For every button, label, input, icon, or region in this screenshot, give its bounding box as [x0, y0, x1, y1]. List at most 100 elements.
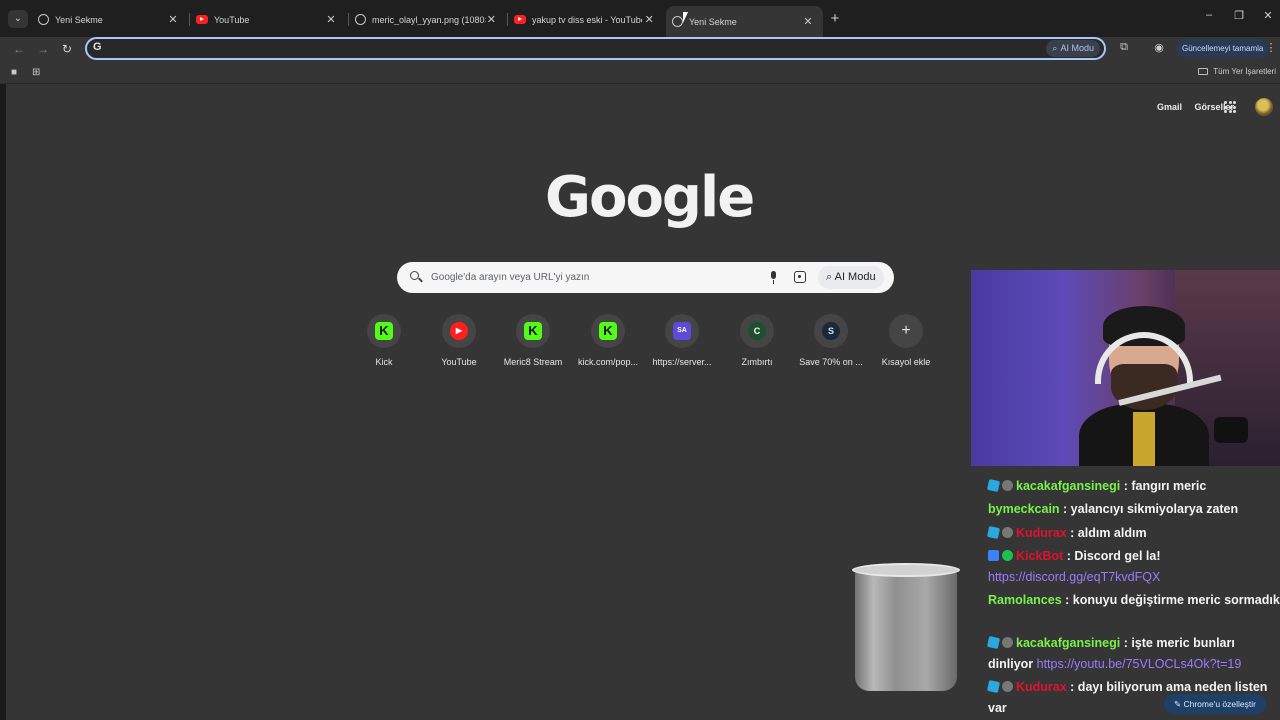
- close-icon[interactable]: ✕: [324, 13, 338, 26]
- youtube-icon: [196, 15, 208, 24]
- tab-search-button[interactable]: ⌄: [8, 10, 28, 28]
- all-bookmarks-label: Tüm Yer İşaretleri: [1213, 67, 1276, 76]
- shortcut-label: Kısayol ekle: [881, 357, 931, 367]
- chat-message: kacakafgansinegi : fangırı meric: [986, 476, 1280, 497]
- shortcut-label: YouTube: [441, 357, 477, 367]
- gear-badge-icon: [1002, 480, 1013, 491]
- sparkle-search-icon: ⌕: [1052, 43, 1058, 53]
- back-button[interactable]: ←: [11, 41, 27, 57]
- apps-grid-icon[interactable]: ⊞: [32, 67, 40, 78]
- profile-button[interactable]: ◉: [1151, 41, 1167, 54]
- close-window-button[interactable]: ✕: [1258, 9, 1278, 22]
- update-label: Güncellemeyi tamamla: [1182, 44, 1264, 53]
- shortcut-kick-pop[interactable]: K kick.com/pop...: [570, 314, 646, 367]
- close-icon[interactable]: ✕: [166, 13, 180, 26]
- kebab-menu-icon: ⋮: [1265, 42, 1277, 54]
- shortcut-server[interactable]: SA https://server...: [644, 314, 720, 367]
- shortcut-tile: S: [814, 314, 848, 348]
- ntp-header-links: Gmail Görseller: [1147, 102, 1234, 112]
- server-icon: SA: [673, 322, 691, 340]
- chevron-down-icon: ⌄: [13, 13, 23, 24]
- shortcut-tile: K: [516, 314, 550, 348]
- ai-mode-label: AI Modu: [1060, 43, 1094, 53]
- kick-icon: K: [375, 322, 393, 340]
- streamer: [1079, 306, 1248, 466]
- shortcut-tile: K: [591, 314, 625, 348]
- google-apps-icon[interactable]: [1224, 101, 1236, 113]
- customize-chrome-button[interactable]: ✎ Chrome'u özelleştir: [1164, 694, 1266, 714]
- ai-mode-button[interactable]: ⌕ AI Modu: [1046, 40, 1100, 57]
- chat-link[interactable]: https://discord.gg/eqT7kvdFQX: [988, 570, 1160, 584]
- chat-username: kacakafgansinegi: [1016, 636, 1121, 650]
- shortcut-label: Save 70% on ...: [799, 357, 863, 367]
- bookmark-square-icon[interactable]: ■: [11, 67, 17, 78]
- gmail-link[interactable]: Gmail: [1157, 102, 1182, 112]
- gear-badge-icon: [1002, 637, 1013, 648]
- avatar[interactable]: [1255, 98, 1273, 116]
- cube-badge-icon: [986, 679, 1001, 694]
- all-bookmarks-button[interactable]: Tüm Yer İşaretleri: [1198, 67, 1276, 76]
- browser-window: ⌄ Yeni Sekme ✕ YouTube ✕ meric_olayl_yya…: [0, 0, 1280, 720]
- reload-button[interactable]: ↻: [59, 41, 75, 57]
- minimize-icon: –: [1205, 9, 1213, 21]
- close-icon: ✕: [1263, 10, 1273, 22]
- cube-badge-icon: [986, 478, 1001, 493]
- chat-username: bymeckcain: [988, 502, 1060, 516]
- tab-yeni-sekme-1[interactable]: Yeni Sekme ✕: [32, 8, 188, 31]
- chat-text: : fangırı meric: [1120, 479, 1207, 493]
- forward-button[interactable]: →: [35, 41, 51, 57]
- minimize-button[interactable]: –: [1199, 9, 1219, 21]
- google-g-icon: G: [93, 41, 102, 53]
- chat-link[interactable]: https://youtu.be/75VLOCLs4Ok?t=19: [1037, 657, 1242, 671]
- globe-icon: [355, 14, 366, 25]
- steam-icon: S: [822, 322, 840, 340]
- tab-title: yakup tv diss eski - YouTube: [532, 14, 643, 25]
- new-tab-button[interactable]: +: [827, 10, 843, 28]
- chat-text: : konuyu değiştirme meric sormadık: [1061, 593, 1280, 607]
- shortcut-youtube[interactable]: ▶ YouTube: [421, 314, 497, 367]
- folder-icon: [1198, 68, 1209, 76]
- tab-yakup-tv[interactable]: yakup tv diss eski - YouTube ✕: [508, 8, 664, 31]
- shortcut-kick[interactable]: K Kick: [346, 314, 422, 367]
- chat-message: bymeckcain : yalancıyı sikmiyolarya zate…: [988, 499, 1280, 520]
- youtube-icon: ▶: [450, 322, 468, 340]
- shortcut-tile: C: [740, 314, 774, 348]
- tab-strip: ⌄ Yeni Sekme ✕ YouTube ✕ meric_olayl_yya…: [0, 0, 1280, 37]
- puzzle-icon: ⧉: [1120, 41, 1128, 53]
- chat-text: : yalancıyı sikmiyolarya zaten: [1059, 502, 1239, 516]
- restore-button[interactable]: ❐: [1229, 9, 1249, 22]
- google-lens-icon[interactable]: [794, 271, 806, 283]
- tab-image-png[interactable]: meric_olayl_yyan.png (1080×1920) ✕: [349, 8, 505, 31]
- toolbar: ← → ↻ G ⌕ AI Modu ⧉ ◉ Güncellemeyi tamaml…: [0, 37, 1280, 62]
- shortcut-zimbirti[interactable]: C Zımbırtı: [719, 314, 795, 367]
- shortcut-label: Meric8 Stream: [503, 357, 563, 367]
- tab-youtube[interactable]: YouTube ✕: [190, 8, 346, 31]
- tab-title: YouTube: [214, 14, 250, 25]
- search-box[interactable]: Google'da arayın veya URL'yi yazın ⌕ AI …: [397, 262, 894, 293]
- shortcut-add[interactable]: + Kısayol ekle: [868, 314, 944, 367]
- shortcut-meric8-stream[interactable]: K Meric8 Stream: [495, 314, 571, 367]
- arrow-left-icon: ←: [13, 42, 25, 56]
- restore-icon: ❐: [1234, 10, 1244, 22]
- verified-badge-icon: [1002, 550, 1013, 561]
- bot-badge-icon: [988, 550, 999, 561]
- address-bar[interactable]: G ⌕ AI Modu: [85, 37, 1106, 60]
- microphone-icon[interactable]: [768, 271, 778, 284]
- bookmarks-bar: ■ ⊞ Tüm Yer İşaretleri: [0, 62, 1280, 84]
- plus-icon: +: [901, 322, 911, 339]
- close-icon[interactable]: ✕: [801, 15, 815, 28]
- customize-label: Chrome'u özelleştir: [1183, 699, 1256, 709]
- ai-mode-search-button[interactable]: ⌕ AI Modu: [818, 266, 884, 289]
- close-icon[interactable]: ✕: [642, 13, 656, 26]
- chat-text: : Discord gel la!: [1063, 549, 1161, 563]
- update-button[interactable]: Güncellemeyi tamamla: [1176, 39, 1270, 58]
- shortcut-label: https://server...: [652, 357, 712, 367]
- tab-title: Yeni Sekme: [689, 16, 737, 27]
- shortcut-steam[interactable]: S Save 70% on ...: [793, 314, 869, 367]
- extensions-button[interactable]: ⧉: [1116, 41, 1132, 54]
- tab-title: Yeni Sekme: [55, 14, 103, 25]
- close-icon[interactable]: ✕: [486, 13, 497, 26]
- chat-username: Ramolances: [988, 593, 1062, 607]
- profile-icon: ◉: [1154, 42, 1164, 54]
- menu-button[interactable]: ⋮: [1263, 41, 1279, 54]
